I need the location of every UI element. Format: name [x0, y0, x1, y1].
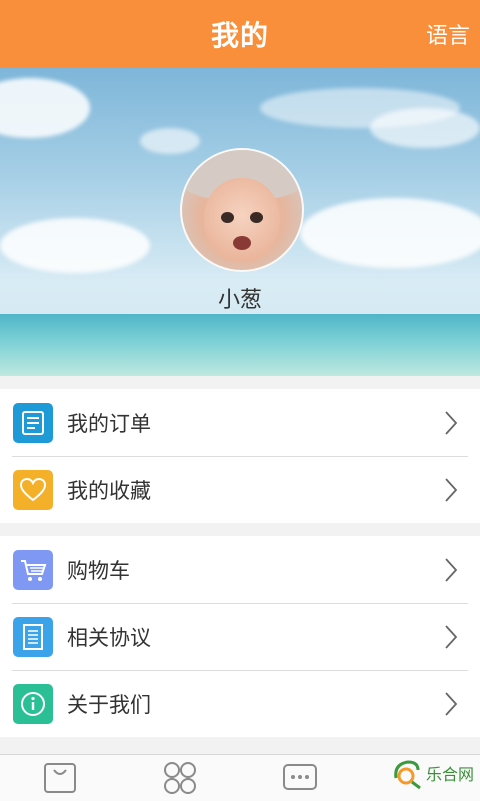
chat-icon — [283, 764, 317, 790]
menu-item-label: 关于我们 — [67, 692, 151, 717]
chevron-right-icon — [445, 410, 458, 435]
avatar[interactable] — [180, 148, 304, 272]
menu-item-label: 购物车 — [67, 558, 130, 583]
cloud-decoration — [370, 108, 480, 148]
chevron-right-icon — [445, 477, 458, 502]
header-bar: 我的 语言 — [0, 0, 480, 68]
sea-decoration — [0, 314, 480, 376]
tab-messages[interactable] — [240, 755, 360, 801]
cloud-decoration — [300, 198, 480, 268]
grid-icon — [164, 762, 196, 794]
chevron-right-icon — [445, 557, 458, 582]
info-icon — [13, 683, 53, 724]
menu-group-orders: 我的订单 我的收藏 — [0, 389, 480, 523]
cloud-decoration — [0, 218, 150, 273]
menu-group-general: 购物车 相关协议 关于我们 — [0, 536, 480, 737]
menu-item-about-us[interactable]: 关于我们 — [0, 670, 480, 737]
menu-item-label: 相关协议 — [67, 625, 151, 650]
menu-item-cart[interactable]: 购物车 — [0, 536, 480, 603]
menu-item-agreements[interactable]: 相关协议 — [0, 603, 480, 670]
chevron-right-icon — [445, 691, 458, 716]
menu-item-my-orders[interactable]: 我的订单 — [0, 389, 480, 456]
cart-icon — [13, 549, 53, 590]
language-button[interactable]: 语言 — [426, 18, 470, 50]
watermark-logo-icon — [394, 760, 421, 790]
document-icon — [13, 616, 53, 657]
menu-item-label: 我的订单 — [67, 411, 151, 436]
menu-item-label: 我的收藏 — [67, 478, 151, 503]
chevron-right-icon — [445, 624, 458, 649]
menu-item-my-favorites[interactable]: 我的收藏 — [0, 456, 480, 523]
order-list-icon — [13, 402, 53, 443]
username: 小葱 — [217, 288, 262, 313]
cloud-decoration — [0, 78, 90, 138]
tab-shop[interactable] — [0, 755, 120, 801]
site-watermark: 乐合网 — [390, 756, 474, 790]
profile-banner: 小葱 — [0, 68, 480, 376]
page-title: 我的 — [210, 19, 269, 52]
heart-icon — [13, 469, 53, 510]
bag-icon — [44, 763, 76, 793]
watermark-text: 乐合网 — [425, 765, 474, 784]
tab-categories[interactable] — [120, 755, 240, 801]
